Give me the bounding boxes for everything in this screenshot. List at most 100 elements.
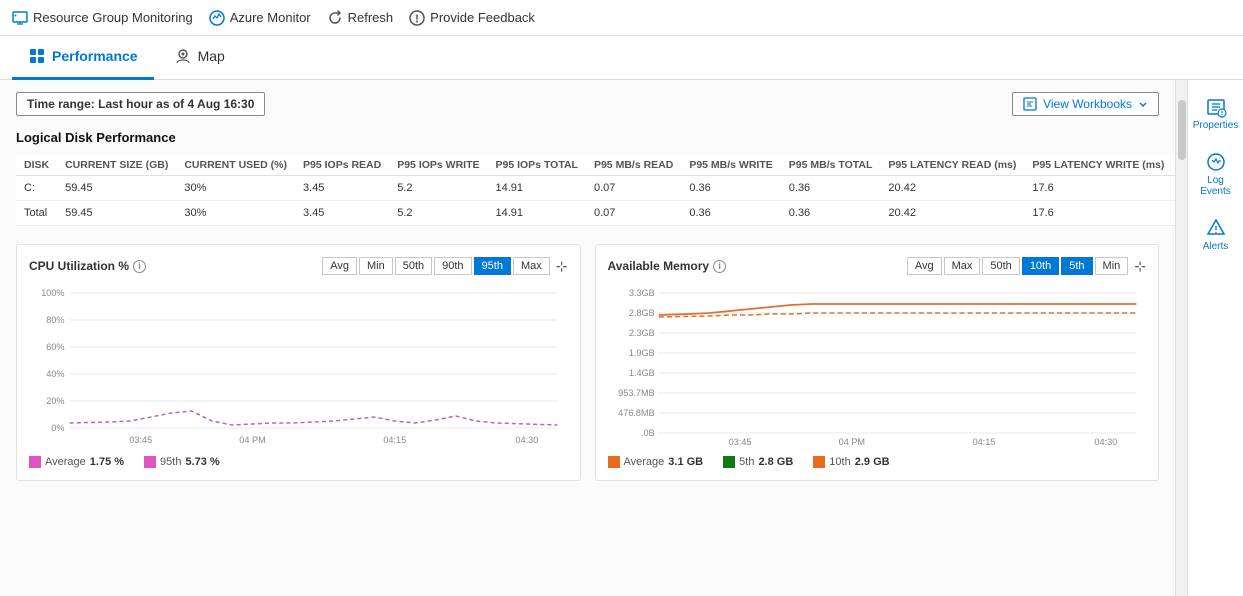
view-workbooks-button[interactable]: View Workbooks <box>1012 92 1159 116</box>
svg-text:1.4GB: 1.4GB <box>628 368 654 378</box>
scrollbar-thumb[interactable] <box>1178 100 1186 160</box>
svg-text:2.8GB: 2.8GB <box>628 308 654 318</box>
cpu-95th-color <box>144 456 156 468</box>
disk-lat-read: 20.42 <box>880 201 1024 226</box>
cpu-chart-card: CPU Utilization % i Avg Min 50th 90th 95… <box>16 244 581 481</box>
azure-monitor-icon <box>209 10 225 26</box>
cpu-btn-50th[interactable]: 50th <box>395 257 432 275</box>
properties-label: Properties <box>1193 120 1239 131</box>
performance-tab-icon <box>28 47 46 65</box>
memory-chart-header: Available Memory i Avg Max 50th 10th 5th… <box>608 257 1147 275</box>
table-row: C: 59.45 30% 3.45 5.2 14.91 0.07 0.36 0.… <box>16 176 1175 201</box>
svg-text:953.7MB: 953.7MB <box>618 388 655 398</box>
alerts-label: Alerts <box>1203 241 1229 252</box>
cpu-btn-90th[interactable]: 90th <box>434 257 471 275</box>
map-tab-label: Map <box>198 48 225 64</box>
mem-btn-5th[interactable]: 5th <box>1061 257 1092 275</box>
svg-text:.0B: .0B <box>641 428 655 438</box>
tab-bar: Performance Map <box>0 36 1243 80</box>
azure-monitor-label: Azure Monitor <box>230 10 311 25</box>
disk-table-header: DISK CURRENT SIZE (GB) CURRENT USED (%) … <box>16 155 1175 176</box>
svg-text:04:30: 04:30 <box>1094 437 1117 447</box>
performance-tab-label: Performance <box>52 48 138 64</box>
properties-button[interactable]: Properties <box>1188 88 1243 139</box>
svg-text:0%: 0% <box>51 423 64 433</box>
memory-chart-title: Available Memory i <box>608 259 727 273</box>
feedback-label: Provide Feedback <box>430 10 535 25</box>
cpu-pin-button[interactable]: ⊹ <box>556 258 568 275</box>
tab-map[interactable]: Map <box>158 36 241 80</box>
azure-monitor-nav[interactable]: Azure Monitor <box>209 10 311 26</box>
cpu-chart-area: 100% 80% 60% 40% 20% 0% 03:45 04 PM 04:1… <box>29 283 568 448</box>
disk-mbs-total: 0.36 <box>781 176 881 201</box>
refresh-nav[interactable]: Refresh <box>327 10 394 26</box>
svg-text:04 PM: 04 PM <box>239 435 265 445</box>
disk-size: 59.45 <box>57 176 176 201</box>
disk-iops-read: 3.45 <box>295 201 389 226</box>
svg-text:80%: 80% <box>46 315 64 325</box>
chevron-down-icon <box>1138 99 1148 109</box>
mem-5th-color <box>723 456 735 468</box>
disk-lat-write: 17.6 <box>1024 176 1172 201</box>
svg-text:476.8MB: 476.8MB <box>618 408 655 418</box>
time-range-button[interactable]: Time range: Last hour as of 4 Aug 16:30 <box>16 92 265 116</box>
resource-group-monitoring-nav[interactable]: Resource Group Monitoring <box>12 10 193 26</box>
col-lat-read: P95 LATENCY READ (ms) <box>880 155 1024 176</box>
disk-used: 30% <box>176 201 295 226</box>
cpu-legend-average: Average 1.75 % <box>29 456 124 468</box>
col-lat-write: P95 LATENCY WRITE (ms) <box>1024 155 1172 176</box>
memory-chart-card: Available Memory i Avg Max 50th 10th 5th… <box>595 244 1160 481</box>
mem-pin-button[interactable]: ⊹ <box>1134 258 1146 275</box>
cpu-btn-max[interactable]: Max <box>513 257 550 275</box>
cpu-legend-95th: 95th 5.73 % <box>144 456 220 468</box>
cpu-chart-legend: Average 1.75 % 95th 5.73 % <box>29 456 568 468</box>
disk-used: 30% <box>176 176 295 201</box>
refresh-label: Refresh <box>348 10 394 25</box>
svg-text:1.9GB: 1.9GB <box>628 348 654 358</box>
monitor-icon <box>12 10 28 26</box>
cpu-btn-avg[interactable]: Avg <box>322 257 357 275</box>
col-mbs-write: P95 MB/s WRITE <box>681 155 780 176</box>
logical-disk-section: Logical Disk Performance DISK CURRENT SI… <box>16 130 1159 226</box>
alerts-button[interactable]: Alerts <box>1188 209 1243 260</box>
mem-btn-min[interactable]: Min <box>1095 257 1129 275</box>
mem-legend-10th: 10th 2.9 GB <box>813 456 889 468</box>
disk-mbs-write: 0.36 <box>681 201 780 226</box>
table-row: Total 59.45 30% 3.45 5.2 14.91 0.07 0.36… <box>16 201 1175 226</box>
alerts-icon <box>1205 217 1227 239</box>
col-iops-read: P95 IOPs READ <box>295 155 389 176</box>
mem-btn-50th[interactable]: 50th <box>982 257 1019 275</box>
disk-name: Total <box>16 201 57 226</box>
col-used: CURRENT USED (%) <box>176 155 295 176</box>
feedback-nav[interactable]: Provide Feedback <box>409 10 535 26</box>
mem-10th-color <box>813 456 825 468</box>
time-range-bar: Time range: Last hour as of 4 Aug 16:30 … <box>16 92 1159 116</box>
refresh-icon <box>327 10 343 26</box>
svg-text:40%: 40% <box>46 369 64 379</box>
cpu-btn-95th[interactable]: 95th <box>474 257 511 275</box>
resource-group-label: Resource Group Monitoring <box>33 10 193 25</box>
tab-performance[interactable]: Performance <box>12 36 154 80</box>
svg-text:04:15: 04:15 <box>972 437 995 447</box>
right-sidebar: Properties Log Events Alerts <box>1187 80 1243 596</box>
disk-table: DISK CURRENT SIZE (GB) CURRENT USED (%) … <box>16 155 1175 226</box>
mem-btn-max[interactable]: Max <box>944 257 981 275</box>
svg-text:03:45: 03:45 <box>129 435 152 445</box>
mem-btn-10th[interactable]: 10th <box>1022 257 1059 275</box>
cpu-btn-min[interactable]: Min <box>359 257 393 275</box>
disk-iops-write: 5.2 <box>389 201 487 226</box>
svg-text:04:30: 04:30 <box>515 435 538 445</box>
disk-name: C: <box>16 176 57 201</box>
svg-text:60%: 60% <box>46 342 64 352</box>
scrollbar[interactable] <box>1175 80 1187 596</box>
col-size: CURRENT SIZE (GB) <box>57 155 176 176</box>
memory-info-icon[interactable]: i <box>713 260 726 273</box>
svg-text:20%: 20% <box>46 396 64 406</box>
mem-btn-avg[interactable]: Avg <box>907 257 942 275</box>
disk-mbs-read: 0.07 <box>586 176 681 201</box>
memory-chart-area: 3.3GB 2.8GB 2.3GB 1.9GB 1.4GB 953.7MB 47… <box>608 283 1147 448</box>
log-events-button[interactable]: Log Events <box>1188 143 1243 205</box>
mem-legend-5th: 5th 2.8 GB <box>723 456 793 468</box>
view-workbooks-label: View Workbooks <box>1043 97 1132 111</box>
cpu-info-icon[interactable]: i <box>133 260 146 273</box>
